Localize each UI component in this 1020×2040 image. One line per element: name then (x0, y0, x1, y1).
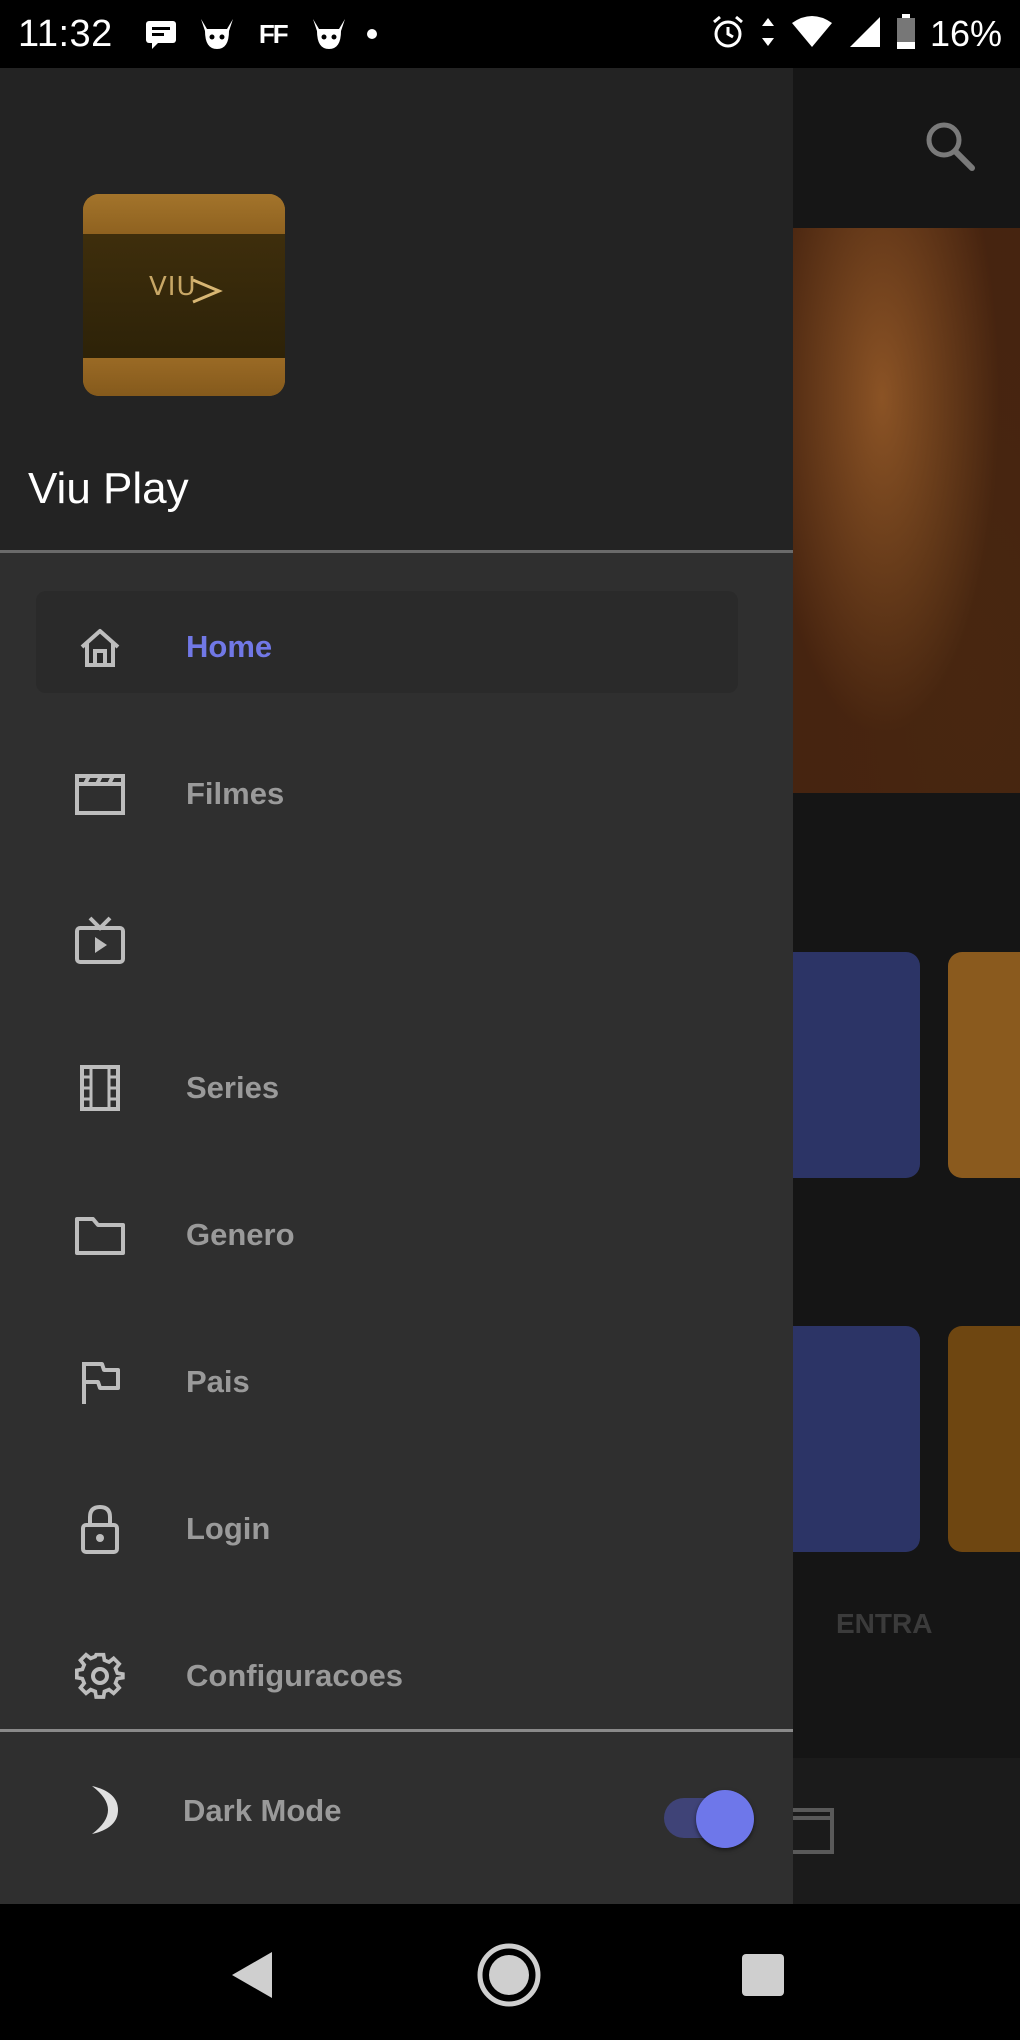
menu-item-label: Genero (186, 1216, 295, 1252)
moon-icon (78, 1782, 122, 1838)
cellular-signal-icon (848, 15, 882, 54)
battery-icon (896, 13, 916, 55)
menu-item-filmes[interactable]: Filmes (0, 720, 793, 867)
message-notification-icon (143, 16, 179, 52)
menu-item-pais[interactable]: Pais (0, 1308, 793, 1455)
menu-item-label: Series (186, 1069, 280, 1105)
dark-mode-label: Dark Mode (183, 1793, 342, 1828)
app-name: Viu Play (28, 464, 189, 513)
logo-arrow-icon (189, 274, 223, 313)
gear-icon (72, 1648, 128, 1704)
folder-icon (72, 1207, 128, 1263)
wifi-icon (790, 15, 834, 54)
menu-item-label: Configuracoes (186, 1657, 404, 1693)
logo-band-bottom (83, 358, 285, 396)
system-status-icons: 16% (710, 13, 1002, 55)
menu-item-label: Home (186, 628, 273, 664)
system-navigation-bar (0, 1904, 1020, 2040)
home-icon (72, 619, 128, 675)
drawer-header: VIU Viu Play (0, 68, 793, 550)
navigation-drawer: VIU Viu Play Home Filmes Series Genero P… (0, 68, 793, 1904)
notification-icons: FF (143, 16, 377, 52)
section-label: ENTRA (836, 1608, 933, 1639)
menu-item-series[interactable]: Series (0, 1014, 793, 1161)
viking-app-notification-icon (199, 16, 235, 52)
menu-item-label: Login (186, 1510, 271, 1546)
more-notifications-dot-icon (366, 29, 377, 39)
search-icon[interactable] (922, 118, 978, 174)
status-bar: 11:32 FF 16% (0, 0, 1020, 68)
menu-item-configuracoes[interactable]: Configuracoes (0, 1602, 793, 1749)
ff-notification-icon: FF (258, 18, 289, 49)
dark-mode-row: Dark Mode (0, 1732, 793, 1904)
app-logo: VIU (83, 194, 285, 396)
status-time: 11:32 (18, 12, 113, 55)
screen: 11:32 FF 16% ENTRA VIU Viu Play Home Fil… (0, 0, 1020, 2040)
drawer-menu: Home Filmes Series Genero Pais Login Con… (0, 573, 793, 1749)
category-card-4[interactable] (948, 1326, 1020, 1552)
menu-item-label: Pais (186, 1363, 250, 1399)
alarm-icon (710, 14, 746, 55)
featured-banner-image[interactable] (790, 228, 1020, 793)
menu-item-home[interactable]: Home (0, 573, 793, 720)
home-button-icon[interactable] (476, 1942, 542, 2013)
flag-icon (72, 1354, 128, 1410)
lock-icon (72, 1501, 128, 1557)
film-strip-icon (72, 1060, 128, 1116)
clapperboard-icon (72, 766, 128, 822)
back-button-icon[interactable] (228, 1950, 274, 2005)
recents-button-icon[interactable] (742, 1954, 784, 1996)
menu-item-label: Filmes (186, 775, 285, 811)
viking-app-notification-icon-2 (311, 16, 347, 52)
menu-item-genero[interactable]: Genero (0, 1161, 793, 1308)
category-card-2[interactable] (948, 952, 1020, 1178)
header-divider (0, 550, 793, 553)
logo-band-top (83, 194, 285, 234)
menu-item-login[interactable]: Login (0, 1455, 793, 1602)
menu-item-tv[interactable] (0, 867, 793, 1014)
dark-mode-toggle-thumb[interactable] (696, 1790, 754, 1848)
battery-percentage: 16% (929, 13, 1002, 54)
tv-play-icon (72, 913, 128, 969)
data-transfer-icon (760, 16, 776, 53)
